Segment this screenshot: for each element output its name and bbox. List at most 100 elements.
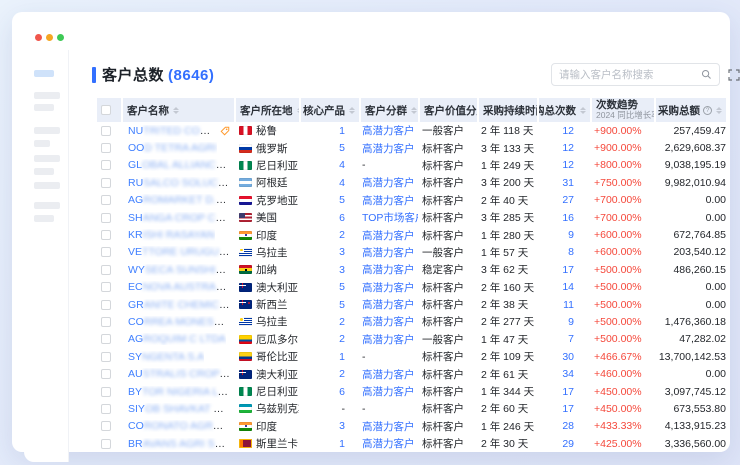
purchase-count-value[interactable]: 12 bbox=[562, 159, 574, 171]
row-checkbox[interactable] bbox=[101, 439, 111, 449]
row-checkbox[interactable] bbox=[101, 247, 111, 257]
customer-name-link[interactable]: OOD TETRA AGRI bbox=[128, 142, 217, 154]
row-checkbox[interactable] bbox=[101, 317, 111, 327]
core-products-count[interactable]: 2 bbox=[339, 333, 345, 345]
customer-name-link[interactable]: GRANITE CHEMICALS LIMITED bbox=[128, 299, 230, 311]
core-products-count[interactable]: 4 bbox=[339, 177, 345, 189]
customer-name-link[interactable]: AUSTRALIS CROP PROTECTION P bbox=[128, 368, 230, 380]
core-products-count[interactable]: 4 bbox=[339, 159, 345, 171]
purchase-count-value[interactable]: 29 bbox=[562, 438, 574, 450]
purchase-count-value[interactable]: 27 bbox=[562, 194, 574, 206]
customer-name-link[interactable]: SYNGENTA S.A bbox=[128, 351, 204, 363]
sidebar-placeholder-item bbox=[34, 168, 54, 175]
column-header-segment[interactable]: 客户分群 bbox=[361, 98, 418, 122]
purchase-count-value[interactable]: 9 bbox=[568, 316, 574, 328]
cell-core-products: 3 bbox=[299, 244, 359, 261]
row-checkbox[interactable] bbox=[101, 352, 111, 362]
row-checkbox[interactable] bbox=[101, 230, 111, 240]
purchase-count-value[interactable]: 17 bbox=[562, 403, 574, 415]
customer-name-link[interactable]: AGROMARKET D.O.O bbox=[128, 194, 230, 206]
column-header-duration[interactable]: 采购持续时间 bbox=[479, 98, 537, 122]
core-products-count[interactable]: 6 bbox=[339, 386, 345, 398]
purchase-count-value[interactable]: 16 bbox=[562, 212, 574, 224]
purchase-count-value[interactable]: 28 bbox=[562, 420, 574, 432]
core-products-count[interactable]: 1 bbox=[339, 351, 345, 363]
trend-value: +900.00% bbox=[594, 142, 642, 154]
customer-name-link[interactable]: AGROQUIM C LTDA bbox=[128, 333, 226, 345]
purchase-count-value[interactable]: 9 bbox=[568, 229, 574, 241]
row-checkbox[interactable] bbox=[101, 265, 111, 275]
purchase-count-value[interactable]: 12 bbox=[562, 125, 574, 137]
customer-name-link[interactable]: SIYOB SHAVKAT ORZU FERMER X bbox=[128, 403, 230, 415]
purchase-count-value[interactable]: 30 bbox=[562, 351, 574, 363]
customer-name-link[interactable]: BRAVANS AGRI SOLUTIONS PVT LTD bbox=[128, 438, 230, 450]
customer-name-link[interactable]: CORREA MONESTRINA ALVARO R bbox=[128, 316, 230, 328]
purchase-count-value[interactable]: 14 bbox=[562, 281, 574, 293]
core-products-count[interactable]: 2 bbox=[339, 368, 345, 380]
row-checkbox[interactable] bbox=[101, 369, 111, 379]
core-products-count[interactable]: 5 bbox=[339, 194, 345, 206]
window-maximize-button[interactable] bbox=[57, 34, 64, 41]
row-checkbox[interactable] bbox=[101, 178, 111, 188]
customer-name-link[interactable]: WYSECA SUNSHINE AGRIC PRO (U bbox=[128, 264, 230, 276]
purchase-count-value[interactable]: 17 bbox=[562, 386, 574, 398]
purchase-count-value[interactable]: 31 bbox=[562, 177, 574, 189]
row-checkbox[interactable] bbox=[101, 195, 111, 205]
cell-duration: 2 年 160 天 bbox=[477, 279, 537, 296]
core-products-count[interactable]: 3 bbox=[339, 264, 345, 276]
purchase-count-value[interactable]: 17 bbox=[562, 264, 574, 276]
core-products-count[interactable]: 3 bbox=[339, 420, 345, 432]
purchase-count-value[interactable]: 34 bbox=[562, 368, 574, 380]
core-products-count[interactable]: 6 bbox=[339, 212, 345, 224]
window-minimize-button[interactable] bbox=[46, 34, 53, 41]
core-products-count[interactable]: 2 bbox=[339, 229, 345, 241]
row-checkbox[interactable] bbox=[101, 213, 111, 223]
column-header-name[interactable]: 客户名称 bbox=[123, 98, 234, 122]
select-all-checkbox[interactable] bbox=[101, 105, 111, 115]
table-row: GLOBAL ALLIANCE FOR CHEMICALS尼日利亚4-标杆客户1… bbox=[97, 157, 726, 174]
row-select-cell bbox=[97, 192, 121, 209]
core-products-count[interactable]: 5 bbox=[339, 281, 345, 293]
row-checkbox[interactable] bbox=[101, 126, 111, 136]
purchase-count-value[interactable]: 7 bbox=[568, 333, 574, 345]
core-products-count[interactable]: 1 bbox=[339, 125, 345, 137]
core-products-count[interactable]: 3 bbox=[339, 246, 345, 258]
fullscreen-icon[interactable] bbox=[728, 69, 740, 81]
row-checkbox[interactable] bbox=[101, 387, 111, 397]
customer-name-link[interactable]: KRISHI RASAYAN bbox=[128, 229, 215, 241]
customer-name-link[interactable]: NUTRITED COMPAN S.A.C bbox=[128, 125, 217, 137]
row-checkbox[interactable] bbox=[101, 143, 111, 153]
purchase-count-value[interactable]: 8 bbox=[568, 246, 574, 258]
search-input[interactable] bbox=[559, 69, 701, 81]
column-header-amount[interactable]: 采购总额 bbox=[656, 98, 726, 122]
column-header-core-products[interactable]: 核心产品 bbox=[301, 98, 359, 122]
row-checkbox[interactable] bbox=[101, 404, 111, 414]
column-header-location[interactable]: 客户所在地 bbox=[236, 98, 299, 122]
table-row: ECNOVA AUSTRALIA PTY LIMITED澳大利亚5高潜力客户标杆… bbox=[97, 279, 726, 296]
customer-name-link[interactable]: GLOBAL ALLIANCE FOR CHEMICALS bbox=[128, 159, 230, 171]
country-name: 澳大利亚 bbox=[256, 280, 298, 295]
row-checkbox[interactable] bbox=[101, 421, 111, 431]
row-checkbox[interactable] bbox=[101, 160, 111, 170]
customer-name-link[interactable]: SHANGA CROP CHEM bbox=[128, 212, 230, 224]
row-checkbox[interactable] bbox=[101, 334, 111, 344]
core-products-count[interactable]: 5 bbox=[339, 299, 345, 311]
window-close-button[interactable] bbox=[35, 34, 42, 41]
customer-search-box[interactable] bbox=[551, 63, 720, 86]
core-products-count[interactable]: 5 bbox=[339, 142, 345, 154]
purchase-count-value[interactable]: 11 bbox=[563, 299, 574, 311]
customer-name-link[interactable]: ECNOVA AUSTRALIA PTY LIMITED bbox=[128, 281, 230, 293]
column-header-trend[interactable]: 次数趋势2024 同比增长率 bbox=[592, 98, 654, 122]
column-header-purchase-count[interactable]: 采购总次数 bbox=[539, 98, 590, 122]
customer-name-link[interactable]: VETTORE URUGUAY S.R.L bbox=[128, 246, 230, 258]
customer-name-link[interactable]: RUSALCO SOLUCIONES S.A bbox=[128, 177, 230, 189]
core-products-count[interactable]: 1 bbox=[339, 438, 345, 450]
column-header-value-tier[interactable]: 客户价值分层 bbox=[420, 98, 477, 122]
segment-label: 高潜力客户 bbox=[362, 384, 415, 399]
core-products-count[interactable]: 2 bbox=[339, 316, 345, 328]
customer-name-link[interactable]: BYTOR NIGERIA LTD bbox=[128, 386, 230, 398]
row-checkbox[interactable] bbox=[101, 300, 111, 310]
row-checkbox[interactable] bbox=[101, 282, 111, 292]
purchase-count-value[interactable]: 12 bbox=[562, 142, 574, 154]
customer-name-link[interactable]: CORONATO AGROPACK PRIVATE E bbox=[128, 420, 230, 432]
